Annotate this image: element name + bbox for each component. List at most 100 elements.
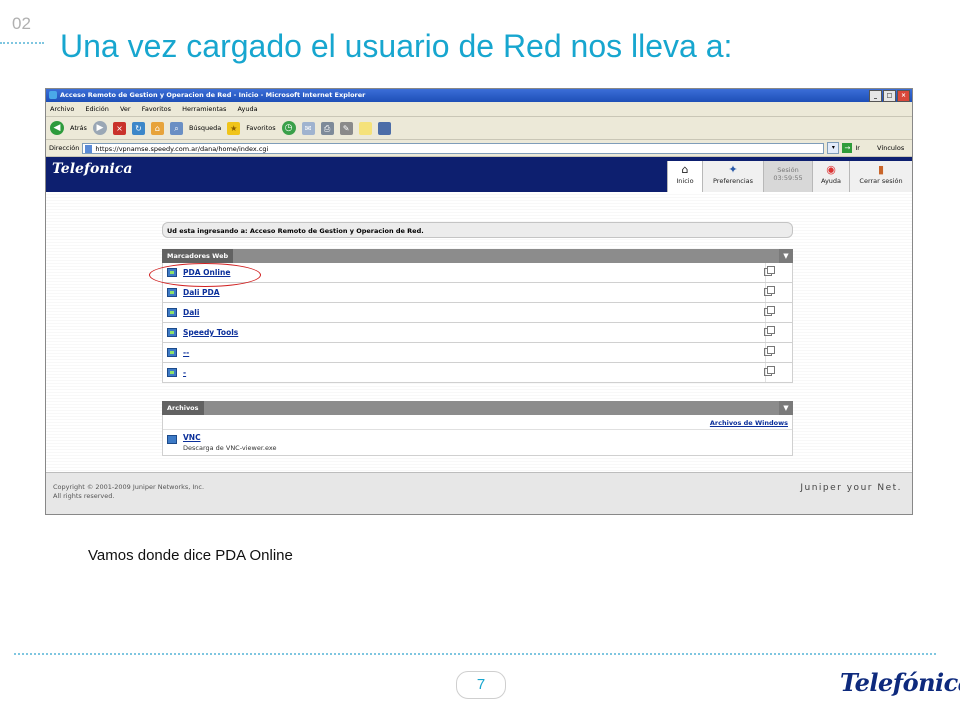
- copyright-line-1: Copyright © 2001-2009 Juniper Networks, …: [53, 483, 205, 491]
- bookmarks-header: Marcadores Web ▼: [162, 249, 793, 263]
- portal-page: Ud esta ingresando a: Acceso Remoto de G…: [46, 192, 912, 514]
- menu-ver[interactable]: Ver: [120, 105, 131, 113]
- juniper-logo: Juniper your Net.: [800, 483, 902, 493]
- history-icon[interactable]: ◷: [281, 121, 296, 135]
- stop-icon[interactable]: ×: [112, 121, 126, 135]
- bookmark-row: Speedy Tools: [162, 323, 793, 343]
- section-number: 02: [12, 14, 31, 33]
- menu-bar: Archivo Edición Ver Favoritos Herramient…: [46, 102, 912, 117]
- bookmark-row: -: [162, 363, 793, 383]
- back-label[interactable]: Atrás: [70, 124, 87, 132]
- nav-home-label: Inicio: [676, 177, 694, 185]
- menu-ayuda[interactable]: Ayuda: [237, 105, 257, 113]
- portal-nav: ⌂ Inicio ✦ Preferencias Sesión 03:59:55 …: [667, 157, 912, 193]
- open-new-window-icon[interactable]: [764, 286, 775, 296]
- open-new-window-icon[interactable]: [764, 346, 775, 356]
- forward-arrow-icon[interactable]: ▶: [92, 121, 107, 135]
- window-titlebar: Acceso Remoto de Gestion y Operacion de …: [46, 89, 912, 102]
- portal-banner: Telefonica ⌂ Inicio ✦ Preferencias Sesió…: [46, 157, 912, 193]
- close-window-button[interactable]: ×: [897, 90, 910, 102]
- nav-preferences-label: Preferencias: [712, 177, 754, 185]
- window-title: Acceso Remoto de Gestion y Operacion de …: [60, 91, 366, 99]
- nav-help[interactable]: ◉ Ayuda: [812, 161, 849, 193]
- edit-icon[interactable]: ✎: [339, 121, 353, 135]
- home-icon[interactable]: ⌂: [150, 121, 164, 135]
- maximize-button[interactable]: □: [883, 90, 896, 102]
- highlight-circle: [149, 263, 261, 287]
- nav-home[interactable]: ⌂ Inicio: [667, 161, 702, 193]
- open-new-window-icon[interactable]: [764, 266, 775, 276]
- slide-title: Una vez cargado el usuario de Red nos ll…: [60, 28, 733, 64]
- nav-help-label: Ayuda: [820, 177, 842, 185]
- chevron-down-icon[interactable]: ▼: [779, 401, 793, 415]
- bookmark-link-speedy-tools[interactable]: Speedy Tools: [183, 328, 238, 337]
- menu-archivo[interactable]: Archivo: [50, 105, 74, 113]
- file-description: Descarga de VNC-viewer.exe: [183, 444, 277, 452]
- session-time: 03:59:55: [773, 174, 803, 182]
- bookmark-link-dali[interactable]: Dali: [183, 308, 199, 317]
- windows-files-link[interactable]: Archivos de Windows: [710, 419, 788, 427]
- go-arrow-icon[interactable]: →: [842, 143, 853, 153]
- address-label: Dirección: [49, 144, 80, 152]
- open-new-window-icon[interactable]: [764, 306, 775, 316]
- search-label[interactable]: Búsqueda: [189, 124, 221, 132]
- bookmark-link-dash[interactable]: -: [183, 368, 186, 377]
- search-icon[interactable]: ⌕: [169, 121, 183, 135]
- bookmark-icon: [167, 368, 177, 377]
- files-divider: [163, 429, 792, 430]
- door-icon: ▮: [877, 163, 885, 176]
- menu-edicion[interactable]: Edición: [85, 105, 109, 113]
- home-icon: ⌂: [681, 163, 689, 176]
- nav-logout[interactable]: ▮ Cerrar sesión: [849, 161, 912, 193]
- copyright: Copyright © 2001-2009 Juniper Networks, …: [53, 483, 204, 501]
- welcome-message: Ud esta ingresando a: Acceso Remoto de G…: [162, 222, 793, 238]
- slide-caption: Vamos donde dice PDA Online: [88, 547, 293, 564]
- portal-footer: Copyright © 2001-2009 Juniper Networks, …: [46, 472, 912, 514]
- favorites-label[interactable]: Favoritos: [246, 124, 275, 132]
- window-controls: _ □ ×: [869, 90, 910, 102]
- folder-icon[interactable]: [358, 121, 372, 135]
- files-header: Archivos ▼: [162, 401, 793, 415]
- page-number: 7: [456, 671, 506, 699]
- links-button[interactable]: Vínculos: [877, 144, 904, 152]
- messenger-icon[interactable]: [377, 121, 391, 135]
- session-label: Sesión: [777, 166, 799, 174]
- file-icon: [167, 435, 177, 444]
- bookmark-icon: [167, 328, 177, 337]
- bookmark-link-dashes[interactable]: --: [183, 348, 189, 357]
- nav-session: Sesión 03:59:55: [763, 161, 812, 193]
- bookmark-link-dali-pda[interactable]: Dali PDA: [183, 288, 220, 297]
- footer-divider: [14, 653, 936, 655]
- back-arrow-icon[interactable]: ◀: [50, 121, 64, 135]
- menu-herramientas[interactable]: Herramientas: [182, 105, 226, 113]
- browser-screenshot: Acceso Remoto de Gestion y Operacion de …: [45, 88, 913, 515]
- bookmark-icon: [167, 308, 177, 317]
- open-new-window-icon[interactable]: [764, 366, 775, 376]
- section-divider: [0, 42, 44, 44]
- bookmark-row: Dali PDA: [162, 283, 793, 303]
- mail-icon[interactable]: ✉: [301, 121, 315, 135]
- print-icon[interactable]: ⎙: [320, 121, 334, 135]
- lifebuoy-icon: ◉: [826, 163, 836, 176]
- page-icon: [85, 144, 93, 153]
- copyright-line-2: All rights reserved.: [53, 492, 115, 500]
- favorites-star-icon[interactable]: ★: [227, 121, 241, 135]
- go-button[interactable]: Ir: [855, 144, 860, 152]
- bookmarks-title: Marcadores Web: [162, 249, 234, 263]
- menu-favoritos[interactable]: Favoritos: [142, 105, 171, 113]
- address-bar: Dirección https://vpnamse.speedy.com.ar/…: [46, 140, 912, 157]
- refresh-icon[interactable]: ↻: [131, 121, 145, 135]
- files-title: Archivos: [162, 401, 204, 415]
- nav-preferences[interactable]: ✦ Preferencias: [702, 161, 763, 193]
- address-input[interactable]: https://vpnamse.speedy.com.ar/dana/home/…: [82, 142, 825, 154]
- file-link-vnc[interactable]: VNC: [183, 433, 201, 442]
- chevron-down-icon[interactable]: ▼: [779, 249, 793, 263]
- address-dropdown-icon[interactable]: ▾: [827, 142, 840, 154]
- bookmark-row: Dali: [162, 303, 793, 323]
- files-panel: Archivos de Windows VNC Descarga de VNC-…: [162, 415, 793, 456]
- bookmark-icon: [167, 288, 177, 297]
- ie-icon: [49, 91, 57, 99]
- telefonica-logo: Telefonica: [52, 161, 133, 177]
- minimize-button[interactable]: _: [869, 90, 882, 102]
- open-new-window-icon[interactable]: [764, 326, 775, 336]
